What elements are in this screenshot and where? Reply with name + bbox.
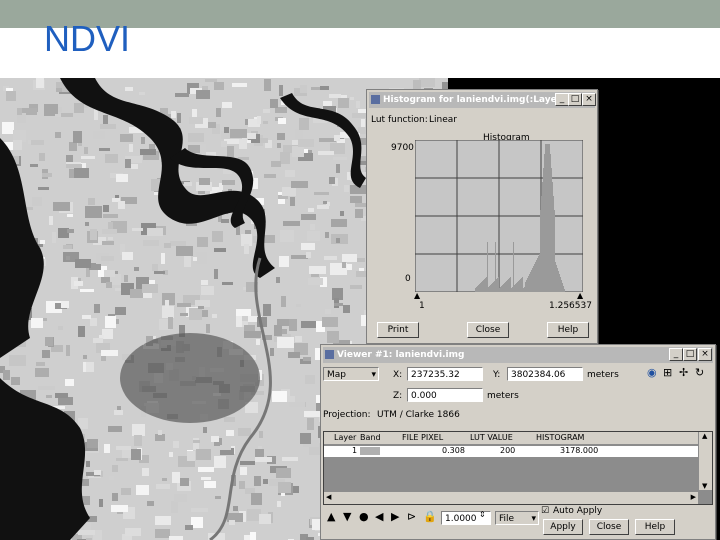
file-select-value: File	[499, 514, 515, 524]
x-max-label: 1.256537	[549, 301, 592, 311]
dropdown-icon: ▾	[371, 370, 376, 380]
cell-lut-value: 200	[500, 446, 516, 455]
scroll-right-icon[interactable]: ▶	[691, 493, 696, 501]
add-icon[interactable]: ⊞	[663, 367, 672, 379]
viewer-window: Viewer #1: laniendvi.img _ □ × Map ▾ X: …	[320, 344, 716, 540]
down-icon[interactable]: ▼	[343, 511, 351, 523]
histogram-title: Histogram for laniendvi.img(:Layer...	[383, 95, 571, 105]
stop-icon[interactable]: ●	[359, 511, 369, 523]
col-header-histogram: HISTOGRAM	[536, 433, 585, 442]
maximize-button[interactable]: □	[568, 93, 582, 106]
lut-function-value: Linear	[429, 115, 457, 125]
step-icon[interactable]: ⊳	[407, 511, 416, 523]
window-icon	[371, 95, 380, 104]
refresh-icon[interactable]: ↻	[695, 367, 704, 379]
table-header: Layer Band FILE PIXEL LUT VALUE HISTOGRA…	[324, 432, 698, 444]
col-header-file-pixel: FILE PIXEL	[402, 433, 444, 442]
close-window-button[interactable]: ×	[698, 348, 712, 361]
cell-histogram: 3178.000	[560, 446, 599, 455]
projection-value: UTM / Clarke 1866	[377, 410, 460, 420]
close-window-button[interactable]: ×	[582, 93, 596, 106]
horizontal-scrollbar[interactable]: ◀ ▶	[324, 492, 698, 504]
lock-icon[interactable]: 🔒	[423, 511, 437, 523]
first-icon[interactable]: ▲	[327, 511, 335, 523]
map-select[interactable]: Map ▾	[323, 367, 379, 381]
scroll-left-icon[interactable]: ◀	[326, 493, 331, 501]
viewer-close-button[interactable]: Close	[589, 519, 629, 535]
zoom-stepper-icon[interactable]: ⇕	[479, 509, 486, 521]
viewer-help-button[interactable]: Help	[635, 519, 675, 535]
auto-apply-label: Auto Apply	[553, 506, 603, 516]
x-coord-field[interactable]: 237235.32	[407, 367, 483, 381]
viewer-title: Viewer #1: laniendvi.img	[337, 350, 465, 360]
slide-title: NDVI	[44, 18, 131, 59]
histogram-help-button[interactable]: Help	[547, 322, 589, 338]
units-select[interactable]: meters	[587, 369, 619, 381]
histogram-close-button[interactable]: Close	[467, 322, 509, 338]
cell-file-pixel: 0.308	[442, 446, 465, 455]
minimize-button[interactable]: _	[669, 348, 683, 361]
x-min-label: 1	[419, 301, 425, 311]
histogram-plot[interactable]	[415, 140, 583, 292]
pixel-info-table: Layer Band FILE PIXEL LUT VALUE HISTOGRA…	[323, 431, 713, 505]
crosshair-icon[interactable]: ✢	[679, 367, 688, 379]
minimize-button[interactable]: _	[555, 93, 569, 106]
print-button[interactable]: Print	[377, 322, 419, 338]
scroll-up-icon[interactable]: ▲	[702, 432, 707, 440]
viewer-titlebar[interactable]: Viewer #1: laniendvi.img	[323, 347, 713, 363]
play-icon[interactable]: ▶	[391, 511, 399, 523]
map-select-value: Map	[327, 370, 346, 380]
z-units-label: meters	[487, 391, 519, 401]
back-icon[interactable]: ◀	[375, 511, 383, 523]
histogram-window: Histogram for laniendvi.img(:Layer... _ …	[366, 89, 598, 344]
col-header-band: Band	[360, 433, 381, 442]
y-max-label: 9700	[391, 143, 414, 153]
col-header-lut-value: LUT VALUE	[470, 433, 513, 442]
table-row[interactable]: 1 0.308 200 3178.000	[324, 446, 698, 457]
lut-function-label: Lut function:	[371, 115, 428, 125]
auto-apply-checkbox[interactable]: ☑	[541, 505, 549, 517]
z-coord-field[interactable]: 0.000	[407, 388, 483, 402]
band-swatch	[360, 447, 380, 455]
z-coord-label: Z:	[393, 391, 403, 401]
y-coord-field[interactable]: 3802384.06	[507, 367, 583, 381]
apply-button[interactable]: Apply	[543, 519, 583, 535]
col-header-layer: Layer	[334, 433, 357, 442]
layers-icon[interactable]: ◉	[647, 367, 657, 379]
cell-layer: 1	[352, 446, 358, 455]
y-min-label: 0	[405, 274, 411, 284]
dropdown-icon: ▾	[531, 514, 536, 524]
file-select[interactable]: File ▾	[495, 511, 539, 525]
scroll-down-icon[interactable]: ▼	[702, 482, 707, 490]
projection-label: Projection:	[323, 410, 371, 420]
maximize-button[interactable]: □	[683, 348, 697, 361]
y-coord-label: Y:	[493, 370, 501, 380]
x-coord-label: X:	[393, 370, 403, 380]
vertical-scrollbar[interactable]: ▲ ▼	[699, 432, 712, 490]
window-icon	[325, 350, 334, 359]
